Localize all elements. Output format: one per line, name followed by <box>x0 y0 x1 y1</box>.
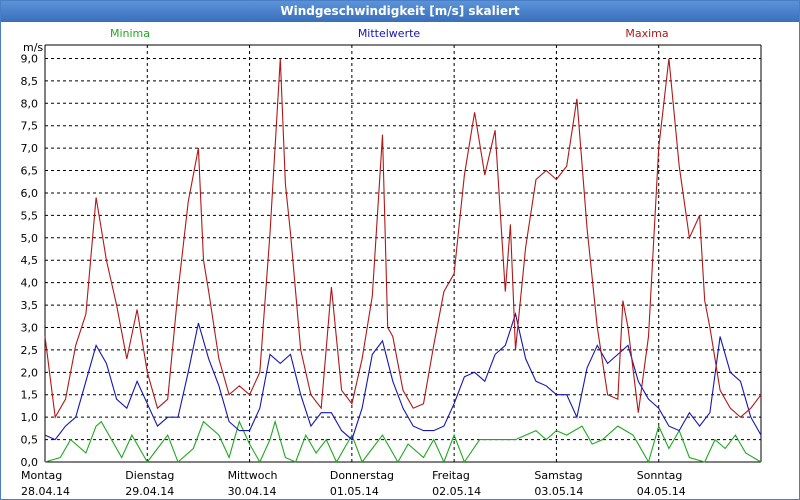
y-tick-label: 7,5 <box>21 120 39 133</box>
legend-label: Mittelwerte <box>358 27 421 40</box>
series-line-mittelwerte <box>44 311 762 441</box>
x-tick-day-label: Montag <box>21 469 62 482</box>
y-tick-label: 1,5 <box>21 389 39 402</box>
series-line-minima <box>44 419 762 464</box>
x-tick-day-label: Sonntag <box>637 469 683 482</box>
x-tick-date-label: 03.05.14 <box>534 485 583 498</box>
y-tick-label: 5,0 <box>21 232 39 245</box>
y-tick-label: 3,0 <box>21 321 39 334</box>
y-tick-label: 0,5 <box>21 434 39 447</box>
x-tick-date-label: 28.04.14 <box>21 485 70 498</box>
grid <box>45 45 761 462</box>
y-tick-label: 1,0 <box>21 411 39 424</box>
x-tick-day-label: Samstag <box>534 469 582 482</box>
y-tick-label: 4,0 <box>21 277 39 290</box>
y-tick-label: 2,5 <box>21 344 39 357</box>
y-tick-label: 6,5 <box>21 165 39 178</box>
y-tick-label: 3,5 <box>21 299 39 312</box>
y-tick-label: 0,0 <box>21 456 39 469</box>
y-tick-label: 4,5 <box>21 254 39 267</box>
x-tick-day-label: Donnerstag <box>330 469 394 482</box>
x-tick-date-label: 29.04.14 <box>125 485 174 498</box>
y-tick-label: 9,0 <box>21 52 39 65</box>
x-tick-day-label: Dienstag <box>125 469 174 482</box>
axis-labels: 0,0 0,5 1,0 1,5 2,0 2,5 3,0 3,5 4,0 4,5 5,0 5,5 6,0 6… <box>21 27 686 498</box>
axes <box>44 44 762 463</box>
chart-window: Windgeschwindigkeit [m/s] skaliert 0,0 0,… <box>0 0 800 500</box>
y-tick-label: 7,0 <box>21 142 39 155</box>
y-tick-label: 8,0 <box>21 97 39 110</box>
x-tick-date-label: 01.05.14 <box>330 485 379 498</box>
y-tick-label: 6,0 <box>21 187 39 200</box>
chart: 0,0 0,5 1,0 1,5 2,0 2,5 3,0 3,5 4,0 4,5 5,0 5,5 6,0 6… <box>21 27 762 498</box>
x-tick-date-label: 04.05.14 <box>637 485 686 498</box>
legend-label: Minima <box>110 27 150 40</box>
y-axis-label: m/s <box>23 41 43 54</box>
series-line-maxima <box>44 58 762 419</box>
x-tick-day-label: Mittwoch <box>228 469 278 482</box>
y-tick-label: 2,0 <box>21 366 39 379</box>
legend-label: Maxima <box>625 27 668 40</box>
x-tick-day-label: Freitag <box>432 469 470 482</box>
y-tick-label: 8,5 <box>21 75 39 88</box>
x-tick-date-label: 02.05.14 <box>432 485 481 498</box>
y-tick-label: 5,5 <box>21 209 39 222</box>
x-tick-date-label: 30.04.14 <box>228 485 277 498</box>
